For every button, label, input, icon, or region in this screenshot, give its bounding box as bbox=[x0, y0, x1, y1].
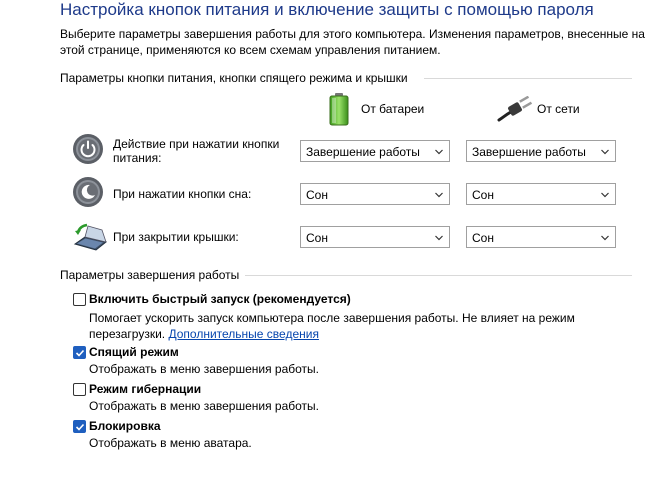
power-button-battery-select[interactable]: Завершение работы bbox=[300, 140, 450, 162]
chevron-down-icon bbox=[601, 192, 609, 198]
group-divider bbox=[424, 78, 632, 79]
lock-description: Отображать в меню аватара. bbox=[89, 436, 252, 450]
power-button-plugged-select[interactable]: Завершение работы bbox=[466, 140, 616, 162]
select-value: Сон bbox=[306, 188, 328, 202]
battery-column-header: От батареи bbox=[326, 92, 424, 126]
checkmark-icon bbox=[75, 423, 85, 431]
select-value: Сон bbox=[306, 231, 328, 245]
chevron-down-icon bbox=[601, 235, 609, 241]
plugged-column-label: От сети bbox=[537, 102, 580, 116]
power-buttons-group-label: Параметры кнопки питания, кнопки спящего… bbox=[60, 71, 408, 85]
sleep-button-label: При нажатии кнопки сна: bbox=[113, 187, 251, 201]
group-divider bbox=[245, 275, 632, 276]
fast-startup-desc-line1: Помогает ускорить запуск компьютера посл… bbox=[89, 311, 575, 325]
fast-startup-description: Помогает ускорить запуск компьютера посл… bbox=[89, 310, 575, 342]
hibernate-label[interactable]: Режим гибернации bbox=[89, 382, 201, 396]
fast-startup-desc-line2: перезагрузки. bbox=[89, 327, 166, 341]
chevron-down-icon bbox=[601, 149, 609, 155]
sleep-button-label-line1: При нажатии кнопки сна: bbox=[113, 187, 252, 201]
sleep-description: Отображать в меню завершения работы. bbox=[89, 362, 320, 376]
power-button-label: Действие при нажатии кнопки питания: bbox=[113, 137, 279, 165]
lid-close-battery-select[interactable]: Сон bbox=[300, 226, 450, 248]
select-value: Сон bbox=[472, 231, 494, 245]
chevron-down-icon bbox=[435, 192, 443, 198]
hibernate-checkbox[interactable] bbox=[73, 383, 86, 396]
fast-startup-label[interactable]: Включить быстрый запуск (рекомендуется) bbox=[89, 292, 351, 306]
lid-close-label: При закрытии крышки: bbox=[113, 230, 239, 244]
shutdown-group-label: Параметры завершения работы bbox=[60, 268, 240, 282]
select-value: Сон bbox=[472, 188, 494, 202]
sleep-checkbox[interactable] bbox=[73, 346, 86, 359]
sleep-button-plugged-select[interactable]: Сон bbox=[466, 183, 616, 205]
fast-startup-checkbox[interactable] bbox=[73, 293, 86, 306]
chevron-down-icon bbox=[435, 149, 443, 155]
page-intro: Выберите параметры завершения работы для… bbox=[60, 26, 650, 58]
plugged-column-header: От сети bbox=[497, 96, 580, 122]
sleep-button-battery-select[interactable]: Сон bbox=[300, 183, 450, 205]
page-title: Настройка кнопок питания и включение защ… bbox=[60, 0, 594, 19]
more-info-link[interactable]: Дополнительные сведения bbox=[168, 327, 318, 341]
intro-line-2: этой странице, применяются ко всем схема… bbox=[60, 43, 441, 57]
sleep-button-icon bbox=[73, 177, 103, 207]
battery-icon bbox=[329, 93, 349, 126]
checkmark-icon bbox=[75, 349, 85, 357]
hibernate-description: Отображать в меню завершения работы. bbox=[89, 399, 320, 413]
intro-line-1: Выберите параметры завершения работы для… bbox=[60, 27, 645, 41]
lid-close-plugged-select[interactable]: Сон bbox=[466, 226, 616, 248]
chevron-down-icon bbox=[435, 235, 443, 241]
power-button-label-line1: Действие при нажатии кнопки bbox=[113, 137, 280, 151]
power-button-icon bbox=[73, 134, 103, 164]
battery-column-label: От батареи bbox=[361, 102, 425, 116]
sleep-label[interactable]: Спящий режим bbox=[89, 345, 179, 359]
lock-checkbox[interactable] bbox=[73, 420, 86, 433]
power-plug-icon bbox=[497, 96, 533, 122]
select-value: Завершение работы bbox=[472, 145, 586, 159]
power-button-label-line2: питания: bbox=[113, 151, 162, 165]
lid-close-label-line1: При закрытии крышки: bbox=[113, 230, 239, 244]
select-value: Завершение работы bbox=[306, 145, 420, 159]
laptop-lid-icon bbox=[73, 223, 108, 251]
lock-label[interactable]: Блокировка bbox=[89, 419, 161, 433]
